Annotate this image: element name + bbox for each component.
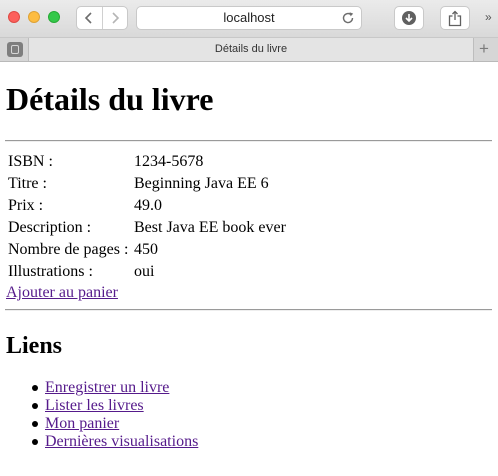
new-tab-button[interactable]: + bbox=[479, 39, 489, 59]
overflow-icon[interactable]: » bbox=[485, 10, 492, 24]
table-row: Nombre de pages : 450 bbox=[6, 239, 286, 261]
table-row: Description : Best Java EE book ever bbox=[6, 217, 286, 239]
field-label: Nombre de pages : bbox=[8, 241, 129, 258]
field-label: ISBN : bbox=[8, 153, 53, 170]
browser-toolbar: localhost » bbox=[0, 0, 498, 38]
field-value: 450 bbox=[134, 241, 158, 258]
table-row: ISBN : 1234-5678 bbox=[6, 151, 286, 173]
field-value: Best Java EE book ever bbox=[134, 219, 286, 236]
list-item: Mon panier bbox=[6, 415, 198, 433]
table-row: Titre : Beginning Java EE 6 bbox=[6, 173, 286, 195]
divider-bottom bbox=[5, 309, 492, 311]
list-item: Lister les livres bbox=[6, 397, 198, 415]
tab-overview-icon bbox=[11, 45, 19, 54]
address-bar[interactable]: localhost bbox=[136, 6, 362, 30]
tab-overview-button[interactable] bbox=[7, 42, 23, 57]
list-item: Enregistrer un livre bbox=[6, 379, 198, 397]
list-books-link[interactable]: Lister les livres bbox=[45, 397, 144, 414]
zoom-window-button[interactable] bbox=[48, 11, 60, 23]
field-value: oui bbox=[134, 263, 155, 280]
list-item: Dernières visualisations bbox=[6, 433, 198, 451]
add-to-cart-link[interactable]: Ajouter au panier bbox=[6, 283, 118, 303]
page-content: Détails du livre ISBN : 1234-5678 Titre … bbox=[0, 62, 498, 476]
url-text: localhost bbox=[223, 10, 275, 25]
page-title: Détails du livre bbox=[6, 81, 214, 117]
recent-views-link[interactable]: Dernières visualisations bbox=[45, 433, 198, 450]
minimize-window-button[interactable] bbox=[28, 11, 40, 23]
divider-top bbox=[5, 140, 492, 142]
tab-bar: Détails du livre + bbox=[0, 38, 498, 62]
tab-title: Détails du livre bbox=[214, 43, 288, 55]
table-row: Illustrations : oui bbox=[6, 261, 286, 283]
field-label: Illustrations : bbox=[8, 263, 93, 280]
back-button[interactable] bbox=[77, 7, 102, 29]
share-button[interactable] bbox=[440, 6, 470, 30]
table-row: Prix : 49.0 bbox=[6, 195, 286, 217]
links-list: Enregistrer un livre Lister les livres M… bbox=[6, 379, 198, 451]
field-label: Description : bbox=[8, 219, 92, 236]
history-navigation bbox=[76, 6, 128, 30]
field-value: 1234-5678 bbox=[134, 153, 204, 170]
chevron-right-icon bbox=[112, 12, 119, 24]
field-label: Prix : bbox=[8, 197, 44, 214]
register-book-link[interactable]: Enregistrer un livre bbox=[45, 379, 169, 396]
my-cart-link[interactable]: Mon panier bbox=[45, 415, 119, 432]
downloads-button[interactable] bbox=[394, 6, 424, 30]
close-window-button[interactable] bbox=[8, 11, 20, 23]
share-icon bbox=[448, 10, 462, 26]
field-value: 49.0 bbox=[134, 197, 162, 214]
reload-icon[interactable] bbox=[341, 11, 355, 25]
chevron-left-icon bbox=[85, 12, 92, 24]
field-value: Beginning Java EE 6 bbox=[134, 175, 269, 192]
book-details-table: ISBN : 1234-5678 Titre : Beginning Java … bbox=[6, 151, 286, 283]
forward-button[interactable] bbox=[101, 7, 128, 29]
download-icon bbox=[402, 11, 416, 25]
field-label: Titre : bbox=[8, 175, 47, 192]
links-heading: Liens bbox=[6, 333, 63, 359]
tab-active[interactable]: Détails du livre bbox=[28, 38, 474, 61]
